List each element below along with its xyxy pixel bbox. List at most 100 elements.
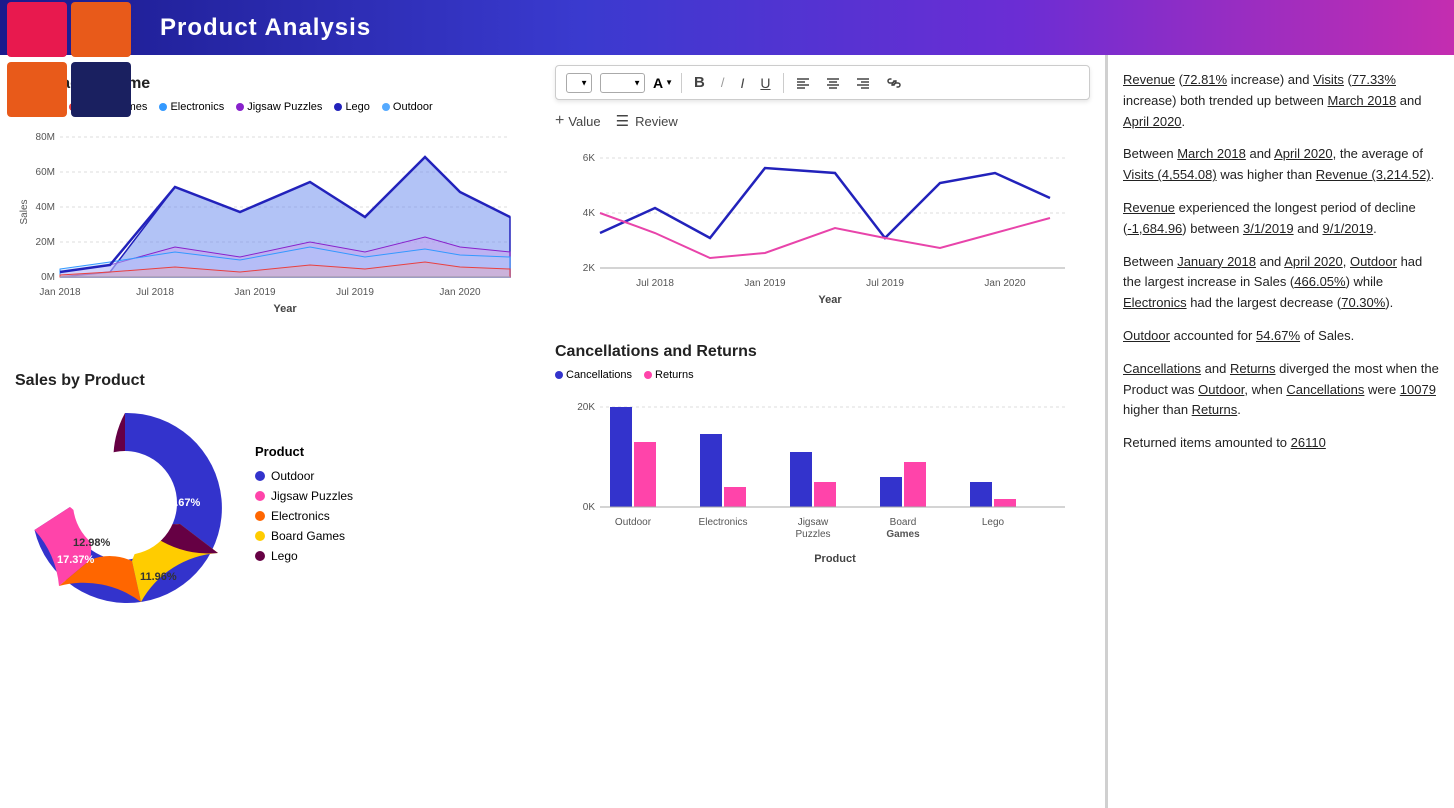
sales-by-product-title: Sales by Product (15, 372, 525, 390)
align-left-button[interactable] (792, 74, 814, 92)
logo-block-navy (71, 62, 131, 117)
svg-text:20M: 20M (36, 237, 55, 248)
legend-lego: Lego (334, 101, 369, 113)
italic-divider: / (717, 73, 729, 92)
jigsaw-pct: 17.37% (57, 554, 95, 566)
link-button[interactable] (882, 74, 906, 92)
svg-text:Puzzles: Puzzles (795, 529, 830, 540)
jigsaw-label: Jigsaw Puzzles (247, 101, 322, 113)
donut-legend-title: Product (255, 444, 353, 459)
legend-returns: Returns (644, 369, 694, 381)
svg-text:Jan 2018: Jan 2018 (39, 287, 81, 298)
legend-outdoor: Outdoor (382, 101, 433, 113)
cancellations-legend: Cancellations Returns (555, 369, 1090, 381)
svg-text:Jan 2019: Jan 2019 (744, 278, 786, 289)
outdoor-pct: 54.67% (163, 497, 201, 509)
svg-text:Board: Board (890, 517, 917, 528)
board-games-cancel-bar (880, 477, 902, 507)
svg-text:60M: 60M (36, 167, 55, 178)
font-color-button[interactable]: A ▼ (653, 75, 673, 91)
mid-panel: A ▼ B / I U + Va (540, 55, 1105, 808)
outdoor-legend-dot (255, 471, 265, 481)
tab-row: + Value ☰ Review (555, 108, 1090, 138)
underline-button[interactable]: U (756, 73, 774, 93)
svg-text:Lego: Lego (982, 517, 1005, 528)
svg-text:80M: 80M (36, 132, 55, 143)
cancellations-label: Cancellations (566, 369, 632, 381)
svg-text:Jul 2019: Jul 2019 (336, 287, 374, 298)
svg-text:Games: Games (886, 529, 920, 540)
electronics-legend-label: Electronics (271, 509, 330, 523)
board-games-legend-label: Board Games (271, 529, 345, 543)
insight-p3: Revenue experienced the longest period o… (1123, 198, 1439, 240)
plus-icon: + (555, 112, 564, 130)
donut-area: 54.67% 17.37% 12.98% 11.96% Product Outd… (15, 398, 525, 608)
svg-text:Year: Year (273, 303, 297, 315)
electronics-legend-dot (255, 511, 265, 521)
review-tab[interactable]: ☰ Review (616, 112, 678, 130)
legend-outdoor-item: Outdoor (255, 469, 353, 483)
main-content: Sales across time Product Board Games El… (0, 55, 1454, 808)
board-games-legend-dot (255, 531, 265, 541)
svg-text:0M: 0M (41, 272, 55, 283)
legend-electronics: Electronics (159, 101, 224, 113)
align-center-button[interactable] (822, 74, 844, 92)
electronics-return-bar (724, 487, 746, 507)
value-tab[interactable]: + Value (555, 112, 601, 130)
sales-time-section: Sales across time Product Board Games El… (15, 75, 525, 352)
font-color-a-icon: A (653, 75, 663, 91)
svg-text:4K: 4K (583, 208, 596, 219)
logo-block-orange1 (71, 2, 131, 57)
electronics-cancel-bar (700, 434, 722, 507)
insight-p7: Returned items amounted to 26110 (1123, 433, 1439, 454)
svg-text:Product: Product (814, 553, 856, 565)
italic-button[interactable]: I (737, 73, 749, 93)
svg-text:Electronics: Electronics (699, 517, 748, 528)
sales-by-product-section: Sales by Product (15, 372, 525, 608)
svg-text:40M: 40M (36, 202, 55, 213)
value-tab-label: Value (568, 114, 600, 129)
outdoor-label: Outdoor (393, 101, 433, 113)
insight-p1: Revenue (72.81% increase) and Visits (77… (1123, 70, 1439, 132)
donut-legend: Product Outdoor Jigsaw Puzzles Electroni… (255, 444, 353, 563)
font-size-wrapper[interactable] (600, 73, 645, 93)
svg-text:Jan 2020: Jan 2020 (439, 287, 481, 298)
returns-dot (644, 371, 652, 379)
cancellations-title: Cancellations and Returns (555, 343, 1090, 361)
logo-block-pink (7, 2, 67, 57)
insight-p6: Cancellations and Returns diverged the m… (1123, 359, 1439, 421)
font-size-select[interactable] (600, 73, 645, 93)
svg-text:Outdoor: Outdoor (615, 517, 652, 528)
sales-time-chart: 80M 60M 40M 20M 0M Sales (15, 117, 525, 352)
jigsaw-legend-dot (255, 491, 265, 501)
color-dropdown-icon: ▼ (665, 78, 673, 87)
header: Product Analysis (0, 0, 1454, 55)
lego-cancel-bar (970, 482, 992, 507)
legend-board-games-item: Board Games (255, 529, 353, 543)
svg-text:Jul 2018: Jul 2018 (636, 278, 674, 289)
svg-text:Jan 2020: Jan 2020 (984, 278, 1026, 289)
legend-lego-item: Lego (255, 549, 353, 563)
font-family-select[interactable] (566, 73, 592, 93)
svg-text:Year: Year (818, 294, 842, 306)
left-panel: Sales across time Product Board Games El… (0, 55, 540, 808)
logo-block-orange2 (7, 62, 67, 117)
electronics-pct: 12.98% (73, 537, 111, 549)
donut-chart: 54.67% 17.37% 12.98% 11.96% (15, 398, 235, 608)
legend-cancellations: Cancellations (555, 369, 632, 381)
font-family-wrapper[interactable] (566, 73, 592, 93)
formatting-toolbar[interactable]: A ▼ B / I U (555, 65, 1090, 100)
svg-text:20K: 20K (577, 402, 595, 413)
divider-2 (783, 73, 784, 93)
legend-jigsaw: Jigsaw Puzzles (236, 101, 322, 113)
svg-text:2K: 2K (583, 263, 596, 274)
lego-dot (334, 103, 342, 111)
svg-text:Jan 2019: Jan 2019 (234, 287, 276, 298)
lego-legend-dot (255, 551, 265, 561)
align-right-button[interactable] (852, 74, 874, 92)
jigsaw-legend-label: Jigsaw Puzzles (271, 489, 353, 503)
board-games-return-bar (904, 462, 926, 507)
returns-label: Returns (655, 369, 694, 381)
bold-button[interactable]: B (690, 72, 709, 93)
svg-text:Jul 2018: Jul 2018 (136, 287, 174, 298)
